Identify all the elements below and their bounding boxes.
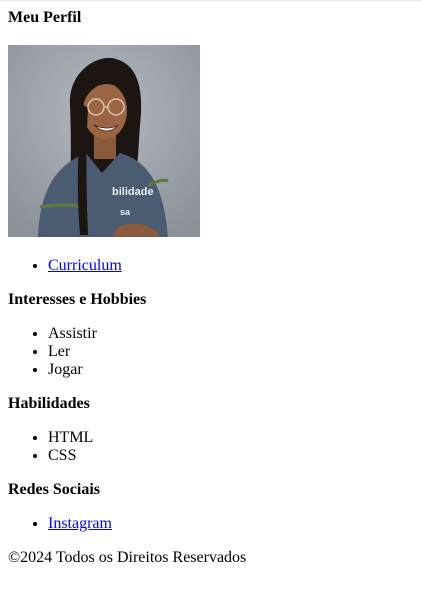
instagram-link[interactable]: Instagram: [48, 515, 112, 532]
list-item: Assistir: [48, 325, 414, 343]
list-item: HTML: [48, 429, 414, 447]
list-item: Ler: [48, 343, 414, 361]
interests-heading: Interesses e Hobbies: [8, 291, 147, 308]
social-list: Instagram: [8, 515, 414, 533]
list-item: Curriculum: [48, 257, 414, 275]
footer-text: ©2024 Todos os Direitos Reservados: [8, 549, 247, 566]
list-item: Jogar: [48, 361, 414, 379]
list-item: CSS: [48, 447, 414, 465]
profile-page: Meu Perfil bilidade sa Cu: [0, 9, 422, 567]
skills-heading: Habilidades: [8, 395, 90, 412]
list-item: Instagram: [48, 515, 414, 533]
interests-list: Assistir Ler Jogar: [8, 325, 414, 379]
svg-text:bilidade: bilidade: [112, 186, 154, 198]
skills-list: HTML CSS: [8, 429, 414, 465]
curriculum-link[interactable]: Curriculum: [48, 257, 122, 274]
profile-links: Curriculum: [8, 257, 414, 275]
social-heading: Redes Sociais: [8, 481, 100, 498]
page-title: Meu Perfil: [8, 9, 82, 26]
profile-photo: bilidade sa: [8, 45, 200, 237]
svg-text:sa: sa: [120, 207, 131, 217]
